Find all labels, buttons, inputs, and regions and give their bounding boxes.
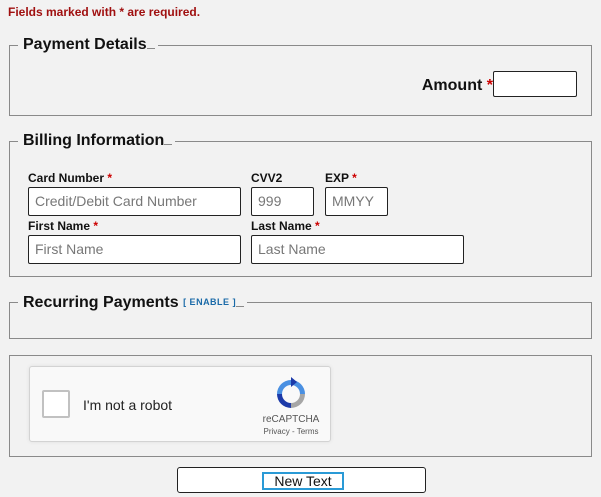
first-name-label: First Name * [28,219,99,233]
recaptcha-label: I'm not a robot [83,397,173,413]
card-number-input[interactable]: Credit/Debit Card Number [28,187,241,216]
billing-information-fieldset: Billing Information Card Number * Credit… [9,132,592,277]
first-name-input[interactable]: First Name [28,235,241,264]
recurring-payments-legend: Recurring Payments [ ENABLE ] [18,293,248,312]
exp-label: EXP * [325,171,357,185]
cvv2-label: CVV2 [251,171,283,185]
recaptcha-widget: I'm not a robot reCAPTCHA Privacy - Term… [29,366,331,442]
recaptcha-logo-icon [277,377,305,408]
enable-recurring-link[interactable]: [ ENABLE ] [183,297,236,307]
recaptcha-brand: reCAPTCHA [262,414,320,425]
recurring-payments-fieldset: Recurring Payments [ ENABLE ] [9,293,592,339]
amount-input[interactable] [493,71,577,97]
amount-label: Amount * [421,77,493,94]
last-name-label: Last Name * [251,219,320,233]
submit-button[interactable]: New Text [177,467,426,493]
required-fields-note: Fields marked with * are required. [8,5,201,19]
payment-details-fieldset: Payment Details Amount * [9,36,592,116]
billing-information-legend: Billing Information [18,132,176,150]
exp-input[interactable]: MMYY [325,187,388,216]
last-name-input[interactable]: Last Name [251,235,464,264]
card-number-label: Card Number * [28,171,113,185]
recaptcha-links[interactable]: Privacy - Terms [230,427,352,436]
captcha-fieldset: I'm not a robot reCAPTCHA Privacy - Term… [9,355,592,457]
submit-button-label: New Text [262,472,344,490]
cvv2-input[interactable]: 999 [251,187,314,216]
recaptcha-checkbox[interactable] [42,390,70,418]
payment-details-legend: Payment Details [18,36,158,54]
